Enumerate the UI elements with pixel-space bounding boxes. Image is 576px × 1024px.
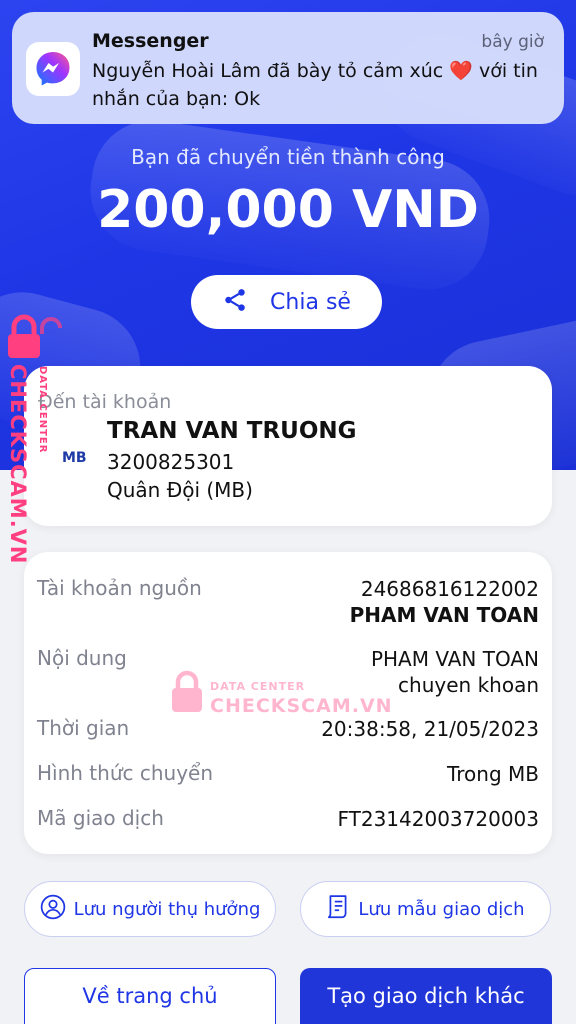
user-icon: [40, 894, 66, 924]
notification-time: bây giờ: [481, 32, 544, 52]
destination-card: Đến tài khoản MB TRAN VAN TRUONG 3200825…: [24, 366, 552, 526]
source-account-name: PHAM VAN TOAN: [349, 603, 539, 627]
notification-text: Nguyễn Hoài Lâm đã bày tỏ cảm xúc: [92, 60, 444, 82]
save-beneficiary-label: Lưu người thụ hưởng: [73, 898, 261, 920]
messenger-notification[interactable]: Messenger bây giờ Nguyễn Hoài Lâm đã bày…: [12, 12, 564, 124]
detail-value: 24686816122002 PHAM VAN TOAN: [350, 576, 539, 628]
home-button-label: Về trang chủ: [82, 984, 218, 1008]
detail-label: Hình thức chuyển: [37, 761, 214, 785]
recipient-name: TRAN VAN TRUONG: [107, 418, 357, 444]
new-transaction-button[interactable]: Tạo giao dịch khác: [300, 968, 552, 1024]
notification-body: Nguyễn Hoài Lâm đã bày tỏ cảm xúc ❤️ với…: [92, 57, 552, 113]
recipient-bank: Quân Đội (MB): [107, 478, 253, 502]
detail-value: FT23142003720003: [337, 807, 539, 831]
share-label: Chia sẻ: [270, 289, 351, 315]
detail-value: PHAM VAN TOAN chuyen khoan: [371, 646, 539, 698]
messenger-icon: [26, 42, 80, 96]
source-account-number: 24686816122002: [360, 577, 539, 601]
watermark-sub: DATA CENTER: [37, 366, 48, 454]
receipt-icon: [326, 894, 350, 924]
content-line: chuyen khoan: [398, 673, 539, 697]
save-template-label: Lưu mẫu giao dịch: [358, 898, 525, 920]
watermark-sub: DATA CENTER: [210, 680, 306, 693]
detail-value: Trong MB: [446, 762, 539, 786]
lock-icon: [6, 314, 62, 364]
recipient-account: 3200825301: [107, 450, 235, 474]
save-beneficiary-button[interactable]: Lưu người thụ hưởng: [24, 881, 276, 937]
home-button[interactable]: Về trang chủ: [24, 968, 276, 1024]
lock-icon: [170, 670, 204, 718]
detail-label: Thời gian: [37, 716, 130, 740]
new-transaction-label: Tạo giao dịch khác: [327, 984, 525, 1008]
checkscam-watermark-center: DATA CENTER CHECKSCAM.VN: [168, 668, 392, 720]
checkscam-watermark: CHECKSCAM.VN DATA CENTER: [4, 314, 64, 565]
heart-emoji: ❤️: [449, 60, 473, 82]
detail-label: Tài khoản nguồn: [37, 576, 202, 600]
watermark-brand: CHECKSCAM.VN: [210, 695, 393, 717]
success-message: Bạn đã chuyển tiền thành công: [131, 145, 445, 169]
save-template-button[interactable]: Lưu mẫu giao dịch: [300, 881, 551, 937]
share-button[interactable]: Chia sẻ: [191, 275, 382, 329]
detail-label: Mã giao dịch: [37, 806, 164, 830]
transfer-amount: 200,000 VND: [97, 180, 479, 240]
content-line: PHAM VAN TOAN: [370, 647, 539, 671]
watermark-brand: CHECKSCAM.VN: [6, 364, 30, 565]
mb-bank-logo: MB: [62, 450, 87, 466]
notification-app-name: Messenger: [92, 30, 209, 52]
detail-label: Nội dung: [37, 646, 127, 670]
share-icon: [222, 287, 248, 317]
